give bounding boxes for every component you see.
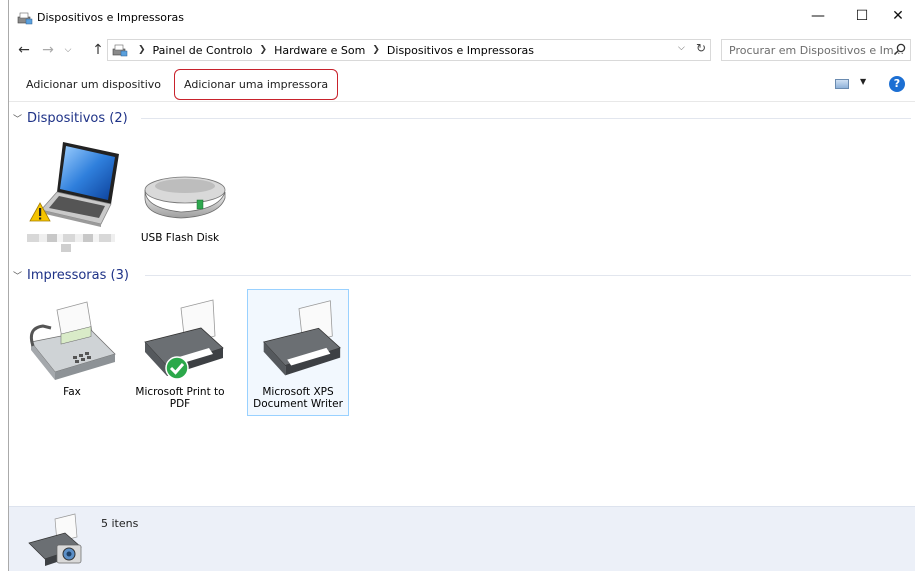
forward-arrow-icon[interactable]: →	[39, 40, 57, 60]
printer-camera-icon	[28, 513, 82, 566]
item-count: 5 itens	[101, 517, 139, 530]
devices-group-header[interactable]: ﹀ Dispositivos (2)	[13, 109, 911, 127]
printers-group-header[interactable]: ﹀ Impressoras (3)	[13, 266, 911, 284]
printer-icon	[262, 300, 341, 376]
add-printer-button[interactable]: Adicionar uma impressora	[174, 69, 339, 100]
group-divider	[145, 275, 911, 276]
address-history-chevron-icon[interactable]: ⌵	[678, 43, 685, 53]
view-options-chevron-icon[interactable]: ▼	[860, 77, 866, 86]
printer-label: Microsoft XPS Document Writer	[253, 386, 343, 410]
search-icon[interactable]	[893, 43, 906, 56]
breadcrumb-separator-icon[interactable]: ❯	[260, 45, 268, 55]
address-bar[interactable]: ❯ Painel de Controlo ❯ Hardware e Som ❯ …	[107, 39, 711, 61]
fax-icon	[29, 301, 116, 380]
devices-group-title: Dispositivos (2)	[27, 110, 128, 126]
collapse-chevron-icon[interactable]: ﹀	[13, 269, 27, 282]
breadcrumb-hardware-sound[interactable]: Hardware e Som	[274, 44, 365, 57]
breadcrumb-control-panel[interactable]: Painel de Controlo	[153, 44, 253, 57]
device-label: USB Flash Disk	[140, 232, 220, 244]
up-arrow-icon[interactable]: ↑	[89, 40, 107, 60]
default-printer-check-icon	[165, 356, 189, 380]
window-title: Dispositivos e Impressoras	[37, 11, 185, 24]
command-bar: Adicionar um dispositivo Adicionar uma i…	[9, 68, 915, 102]
printer-label: Fax	[63, 386, 81, 398]
devices-printers-icon	[17, 12, 33, 25]
printer-label: Microsoft Print to PDF	[135, 386, 225, 410]
add-device-button[interactable]: Adicionar um dispositivo	[26, 76, 161, 94]
breadcrumb-separator-icon[interactable]: ❯	[372, 45, 380, 55]
title-bar: Dispositivos e Impressoras — ☐ ✕	[9, 0, 915, 37]
group-divider	[141, 118, 911, 119]
device-item-computer[interactable]	[21, 140, 123, 254]
devices-printers-window: Dispositivos e Impressoras — ☐ ✕ ← → ⌵ ↑…	[8, 0, 915, 571]
search-input[interactable]: Procurar em Dispositivos e Im...	[721, 39, 911, 61]
devices-printers-icon	[112, 44, 128, 57]
breadcrumb-separator-icon[interactable]: ❯	[138, 45, 146, 55]
printer-item-xps-writer[interactable]: Microsoft XPS Document Writer	[247, 289, 349, 416]
device-name-redacted	[21, 230, 123, 254]
back-arrow-icon[interactable]: ←	[15, 40, 33, 60]
help-icon[interactable]: ?	[889, 76, 905, 92]
refresh-icon[interactable]: ↻	[696, 41, 706, 55]
usb-drive-icon	[144, 176, 226, 219]
printer-item-print-to-pdf[interactable]: Microsoft Print to PDF	[129, 298, 231, 410]
device-item-usb-flash-disk[interactable]: USB Flash Disk	[129, 140, 231, 244]
warning-icon	[29, 202, 51, 222]
status-bar: 5 itens	[9, 506, 915, 571]
breadcrumb-devices-printers[interactable]: Dispositivos e Impressoras	[387, 44, 534, 57]
maximize-button[interactable]: ☐	[843, 0, 881, 32]
recent-locations-chevron-icon[interactable]: ⌵	[59, 40, 77, 60]
navigation-bar: ← → ⌵ ↑ ❯ Painel de Controlo ❯ Hardware …	[9, 37, 915, 63]
printer-item-fax[interactable]: Fax	[21, 298, 123, 398]
minimize-button[interactable]: —	[799, 0, 837, 32]
printers-group-title: Impressoras (3)	[27, 267, 129, 283]
close-button[interactable]: ✕	[879, 0, 915, 32]
search-placeholder: Procurar em Dispositivos e Im...	[729, 43, 905, 57]
change-view-icon[interactable]	[835, 79, 849, 89]
collapse-chevron-icon[interactable]: ﹀	[13, 112, 27, 125]
